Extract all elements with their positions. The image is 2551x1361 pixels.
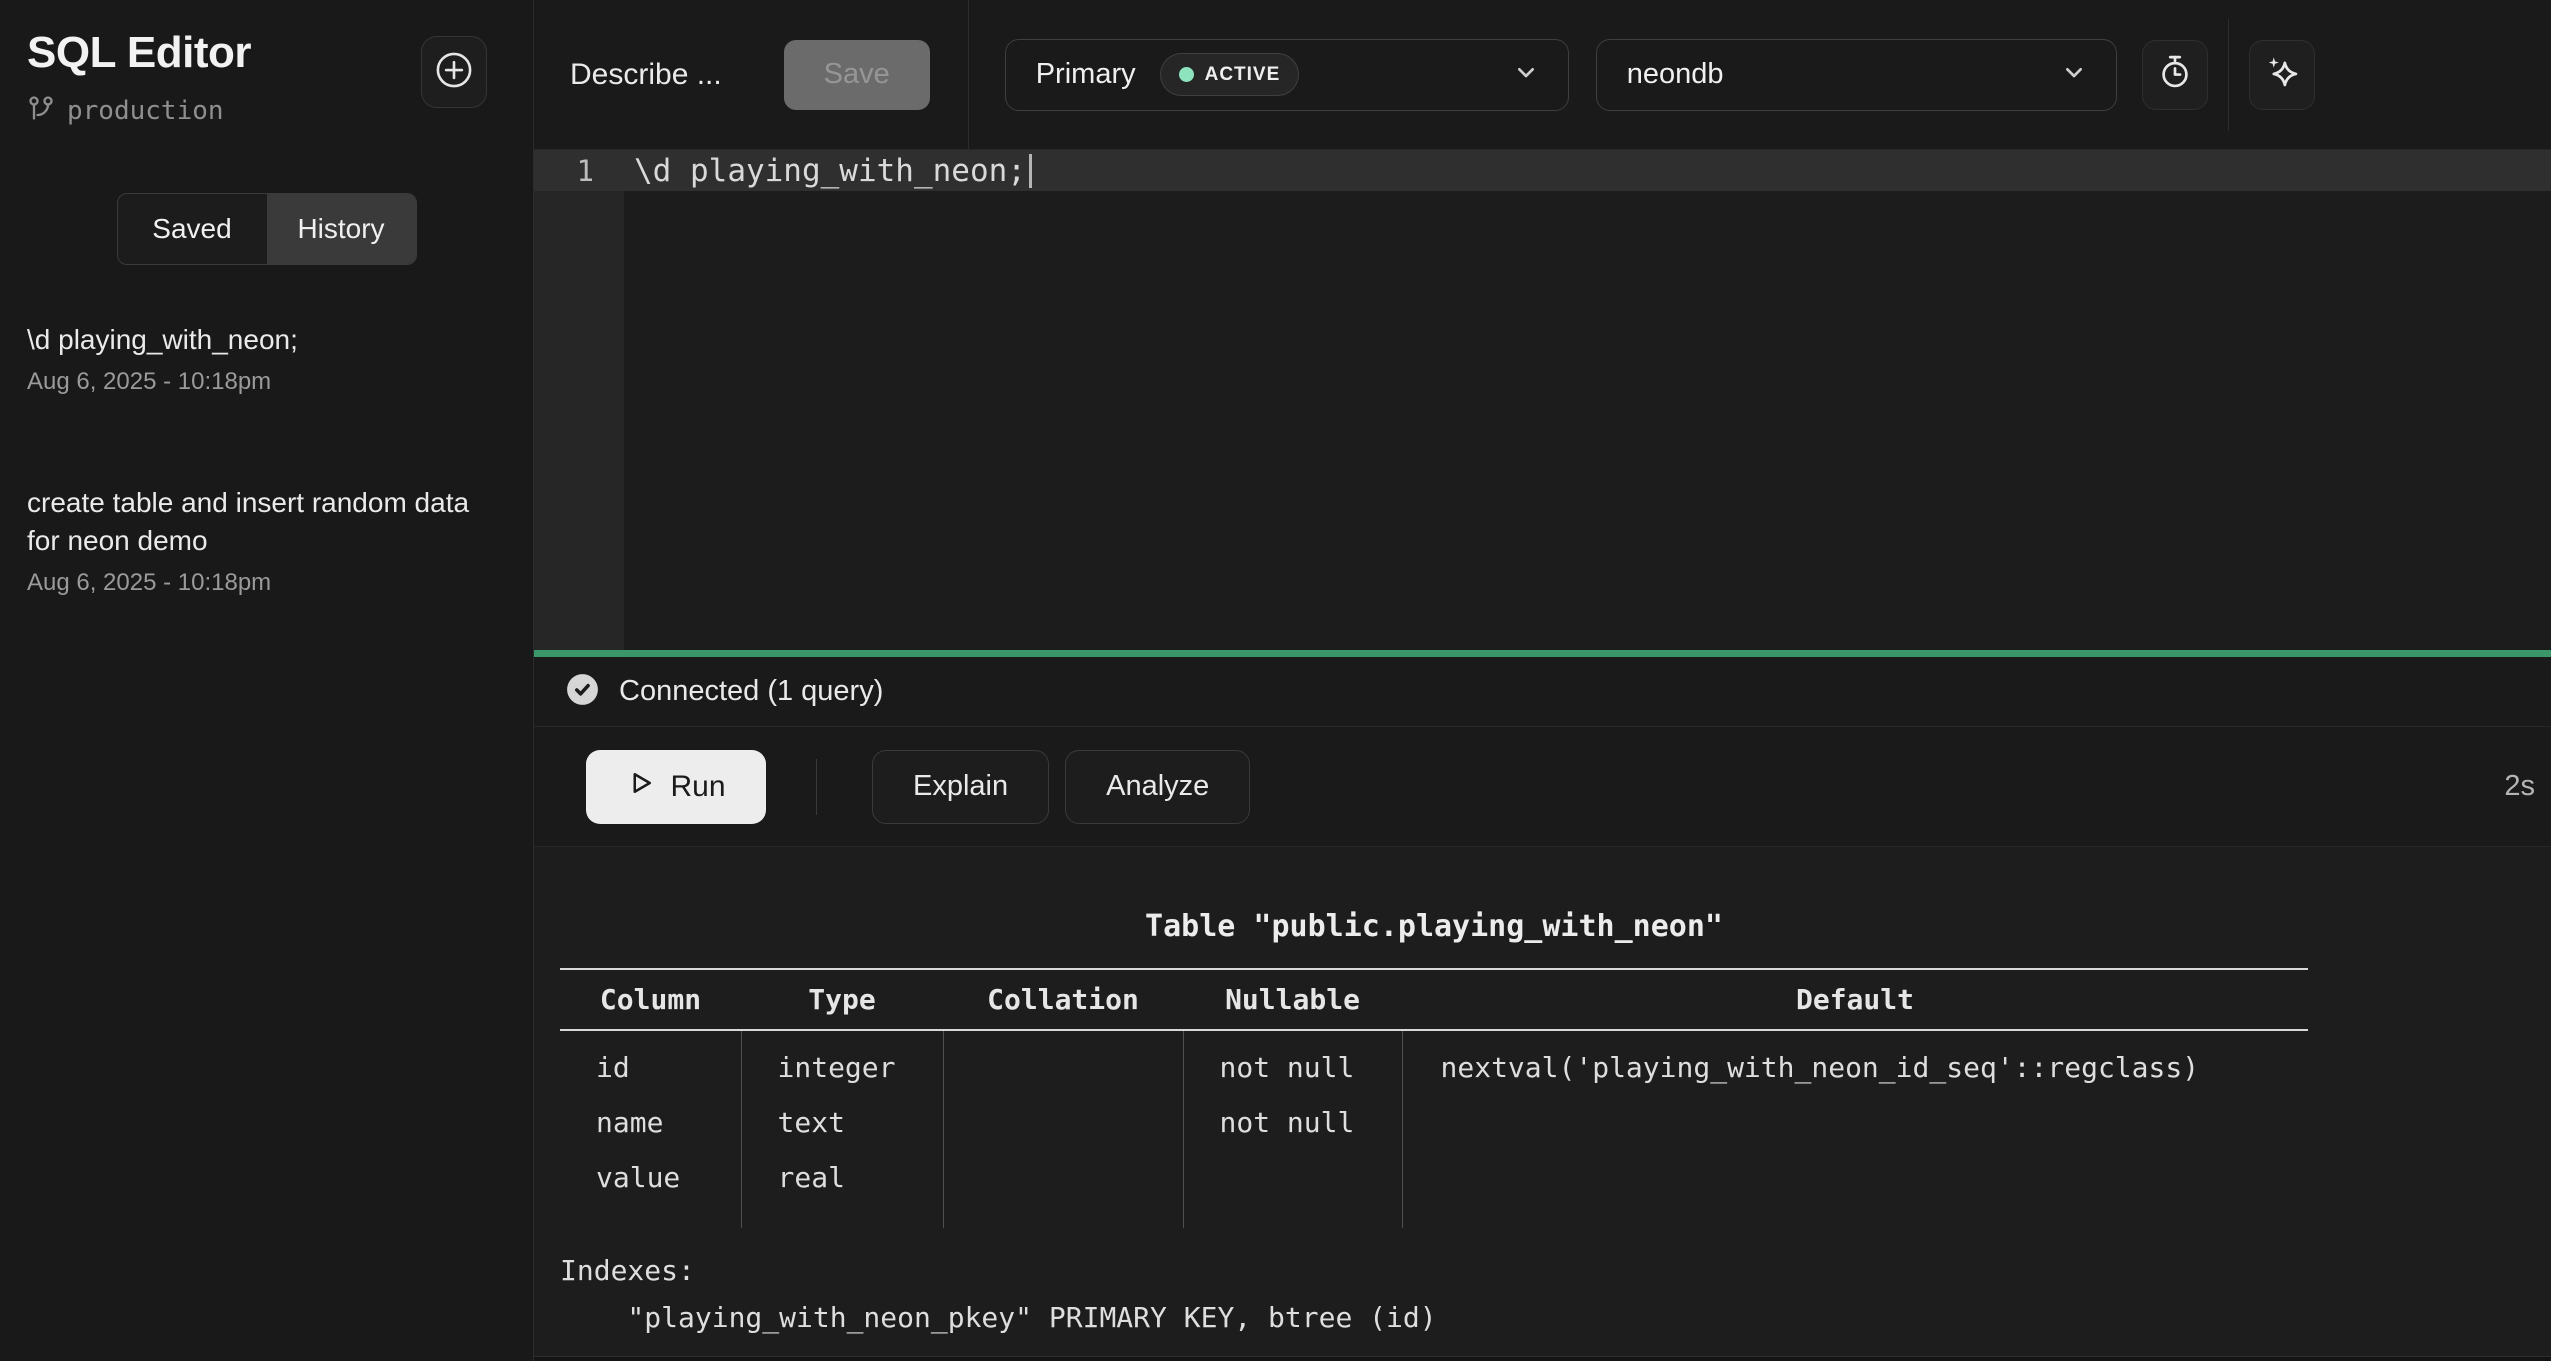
- table-cell: nextval('playing_with_neon_id_seq'::regc…: [1402, 1030, 2308, 1095]
- table-cell: [1402, 1095, 2308, 1150]
- editor-body: [534, 191, 2551, 650]
- save-button[interactable]: Save: [784, 40, 930, 110]
- status-badge-label: ACTIVE: [1205, 64, 1281, 86]
- play-icon: [626, 768, 656, 806]
- branch-name: production: [67, 96, 224, 126]
- status-dot-icon: [1179, 67, 1194, 82]
- topbar-divider: [968, 0, 969, 149]
- database-selector-dropdown[interactable]: neondb: [1596, 39, 2117, 111]
- results-panel: Table "public.playing_with_neon" Column …: [534, 847, 2551, 1357]
- chevron-down-icon: [2058, 56, 2090, 93]
- branch-selector-dropdown[interactable]: Primary ACTIVE: [1005, 39, 1569, 111]
- chevron-down-icon: [1510, 56, 1542, 93]
- table-cell: name: [560, 1095, 741, 1150]
- history-list: \d playing_with_neon; Aug 6, 2025 - 10:1…: [0, 299, 533, 619]
- history-item-title: create table and insert random data for …: [27, 484, 506, 560]
- database-name: neondb: [1627, 58, 1724, 91]
- query-title[interactable]: Describe ...: [570, 58, 722, 92]
- query-toolbar: Run Explain Analyze 2s: [534, 727, 2551, 847]
- table-row: name text not null: [560, 1095, 2308, 1150]
- line-number: 1: [534, 154, 624, 188]
- saved-history-segmented-control: Saved History: [117, 193, 417, 265]
- table-cell: [1402, 1150, 2308, 1228]
- connection-accent-divider: [534, 650, 2551, 657]
- history-item[interactable]: \d playing_with_neon; Aug 6, 2025 - 10:1…: [0, 299, 533, 418]
- git-branch-icon: [27, 94, 55, 127]
- check-circle-icon: [564, 671, 601, 713]
- table-row: id integer not null nextval('playing_wit…: [560, 1030, 2308, 1095]
- table-cell: not null: [1183, 1030, 1402, 1095]
- text-cursor: [1029, 154, 1032, 188]
- table-cell: id: [560, 1030, 741, 1095]
- stopwatch-icon: [2156, 53, 2194, 96]
- tab-saved[interactable]: Saved: [118, 194, 267, 264]
- code-line-text: \d playing_with_neon;: [624, 153, 1026, 189]
- explain-button[interactable]: Explain: [872, 750, 1049, 824]
- table-cell: not null: [1183, 1095, 1402, 1150]
- table-cell: [943, 1150, 1183, 1228]
- topbar-divider: [2228, 19, 2229, 131]
- ai-assist-button[interactable]: [2249, 40, 2315, 110]
- results-table-title: Table "public.playing_with_neon": [560, 909, 2308, 944]
- editor-text-area[interactable]: [624, 191, 2551, 650]
- sidebar: SQL Editor: [0, 0, 534, 1361]
- sql-editor-app: SQL Editor: [0, 0, 2551, 1361]
- topbar: Describe ... Save Primary ACTIVE neondb: [534, 0, 2551, 150]
- sidebar-header: SQL Editor: [0, 28, 533, 127]
- editor-active-line: 1 \d playing_with_neon;: [534, 150, 2551, 191]
- run-button[interactable]: Run: [586, 750, 766, 824]
- run-button-label: Run: [670, 770, 725, 804]
- code-editor[interactable]: 1 \d playing_with_neon;: [534, 150, 2551, 650]
- column-header: Column: [560, 969, 741, 1030]
- history-item-timestamp: Aug 6, 2025 - 10:18pm: [27, 368, 506, 396]
- query-timer-button[interactable]: [2142, 40, 2208, 110]
- editor-gutter: [534, 191, 624, 650]
- table-cell: real: [741, 1150, 943, 1228]
- table-cell: [943, 1030, 1183, 1095]
- history-item[interactable]: create table and insert random data for …: [0, 462, 533, 619]
- results-indexes-label: Indexes:: [560, 1254, 2551, 1287]
- results-index-detail: "playing_with_neon_pkey" PRIMARY KEY, bt…: [560, 1301, 2551, 1334]
- table-cell: text: [741, 1095, 943, 1150]
- column-header: Default: [1402, 969, 2308, 1030]
- results-table: Column Type Collation Nullable Default i…: [560, 968, 2308, 1228]
- connection-status-bar: Connected (1 query): [534, 657, 2551, 727]
- main-panel: Describe ... Save Primary ACTIVE neondb: [534, 0, 2551, 1361]
- active-status-badge: ACTIVE: [1160, 53, 1300, 96]
- connection-status-text: Connected (1 query): [619, 675, 883, 708]
- analyze-button[interactable]: Analyze: [1065, 750, 1250, 824]
- table-cell: [943, 1095, 1183, 1150]
- history-item-title: \d playing_with_neon;: [27, 321, 506, 359]
- new-query-button[interactable]: [421, 36, 487, 108]
- column-header: Nullable: [1183, 969, 1402, 1030]
- column-header: Type: [741, 969, 943, 1030]
- table-row: value real: [560, 1150, 2308, 1228]
- query-duration: 2s: [2504, 770, 2537, 803]
- sparkles-icon: [2263, 53, 2301, 96]
- toolbar-divider: [816, 759, 817, 815]
- table-cell: integer: [741, 1030, 943, 1095]
- results-header-row: Column Type Collation Nullable Default: [560, 969, 2308, 1030]
- tab-history[interactable]: History: [267, 194, 416, 264]
- table-cell: [1183, 1150, 1402, 1228]
- branch-selector-name: Primary: [1036, 58, 1136, 91]
- plus-circle-icon: [433, 49, 475, 96]
- history-item-timestamp: Aug 6, 2025 - 10:18pm: [27, 569, 506, 597]
- table-cell: value: [560, 1150, 741, 1228]
- column-header: Collation: [943, 969, 1183, 1030]
